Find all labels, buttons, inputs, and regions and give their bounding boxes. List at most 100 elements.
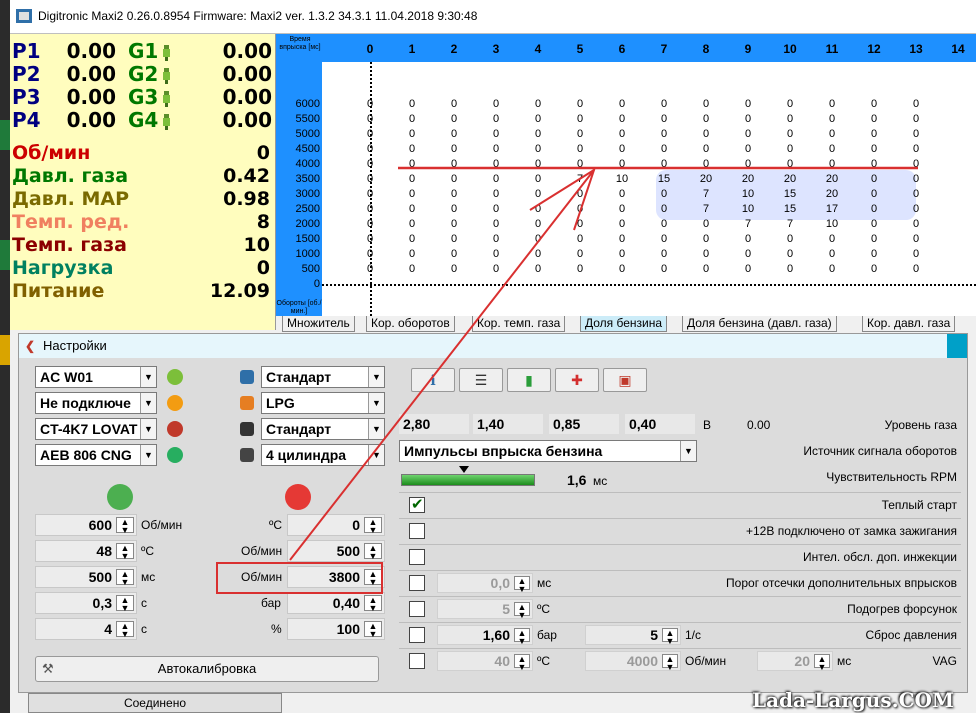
grid-cell[interactable]: 0	[649, 158, 679, 170]
device-select[interactable]: AEB 806 CNG ▼	[35, 444, 157, 466]
grid-cell[interactable]: 0	[817, 143, 847, 155]
option-value-field[interactable]: 40 ▲ ▼	[437, 651, 533, 672]
grid-cell[interactable]: 0	[607, 98, 637, 110]
grid-cell[interactable]: 0	[691, 98, 721, 110]
option-value-field[interactable]: 1,60 ▲ ▼	[437, 625, 533, 646]
grid-cell[interactable]: 0	[481, 143, 511, 155]
left-value-field[interactable]: 48 ▲ ▼	[35, 540, 137, 562]
grid-cell[interactable]: 0	[565, 143, 595, 155]
grid-cell[interactable]: 15	[649, 173, 679, 185]
grid-cell[interactable]: 0	[859, 218, 889, 230]
add-button[interactable]: ✚	[555, 368, 599, 392]
grid-cell[interactable]: 0	[397, 218, 427, 230]
grid-cell[interactable]: 20	[817, 188, 847, 200]
grid-cell[interactable]: 0	[859, 233, 889, 245]
grid-cell[interactable]: 0	[817, 263, 847, 275]
grid-cell[interactable]: 0	[775, 248, 805, 260]
grid-cell[interactable]: 0	[607, 203, 637, 215]
spin-arrows-icon[interactable]: ▲ ▼	[364, 595, 382, 613]
grid-cell[interactable]: 0	[775, 98, 805, 110]
grid-cell[interactable]: 0	[481, 173, 511, 185]
grid-cell[interactable]: 0	[859, 113, 889, 125]
mode-select[interactable]: LPG ▼	[261, 392, 385, 414]
right-value-field[interactable]: 500 ▲ ▼	[287, 540, 385, 562]
spin-arrows-icon[interactable]: ▲ ▼	[514, 654, 530, 672]
grid-cell[interactable]: 0	[733, 113, 763, 125]
grid-cell[interactable]: 0	[565, 98, 595, 110]
grid-cell[interactable]: 0	[481, 128, 511, 140]
grid-cell[interactable]: 0	[901, 173, 931, 185]
grid-cell[interactable]: 0	[691, 233, 721, 245]
injector-button[interactable]: ▮	[507, 368, 551, 392]
grid-cell[interactable]: 0	[901, 143, 931, 155]
grid-cell[interactable]: 0	[901, 203, 931, 215]
grid-cell[interactable]: 0	[523, 233, 553, 245]
grid-cell[interactable]: 0	[733, 143, 763, 155]
grid-cell[interactable]: 0	[859, 128, 889, 140]
grid-cell[interactable]: 0	[481, 233, 511, 245]
option-checkbox[interactable]	[409, 627, 425, 643]
grid-cell[interactable]: 0	[397, 263, 427, 275]
chevron-down-icon[interactable]: ▼	[140, 367, 156, 387]
chevron-down-icon[interactable]: ▼	[140, 393, 156, 413]
grid-cell[interactable]: 0	[481, 158, 511, 170]
grid-cell[interactable]: 10	[607, 173, 637, 185]
grid-cell[interactable]: 0	[439, 263, 469, 275]
grid-cell[interactable]: 0	[649, 188, 679, 200]
grid-cell[interactable]: 0	[523, 158, 553, 170]
gas-level-threshold[interactable]: 1,40	[473, 414, 543, 434]
spin-arrows-icon[interactable]: ▲ ▼	[116, 595, 134, 613]
grid-cell[interactable]: 0	[691, 113, 721, 125]
grid-cell[interactable]: 0	[523, 203, 553, 215]
grid-cell[interactable]: 0	[733, 248, 763, 260]
grid-cell[interactable]: 0	[901, 98, 931, 110]
grid-cell[interactable]: 0	[901, 188, 931, 200]
grid-cell[interactable]: 0	[523, 248, 553, 260]
grid-cell[interactable]: 0	[481, 98, 511, 110]
spin-arrows-icon[interactable]: ▲ ▼	[514, 602, 530, 620]
spin-arrows-icon[interactable]: ▲ ▼	[514, 576, 530, 594]
grid-cell[interactable]: 0	[607, 143, 637, 155]
left-value-field[interactable]: 4 ▲ ▼	[35, 618, 137, 640]
grid-cell[interactable]: 20	[775, 173, 805, 185]
grid-cell[interactable]: 0	[439, 173, 469, 185]
right-value-field[interactable]: 3800 ▲ ▼	[287, 566, 385, 588]
grid-cell[interactable]: 0	[523, 188, 553, 200]
grid-cell[interactable]: 7	[691, 203, 721, 215]
grid-cell[interactable]: 0	[565, 128, 595, 140]
option-checkbox[interactable]	[409, 523, 425, 539]
chevron-down-icon[interactable]: ▼	[140, 445, 156, 465]
grid-cell[interactable]: 0	[817, 248, 847, 260]
grid-cell[interactable]: 0	[691, 128, 721, 140]
spin-arrows-icon[interactable]: ▲ ▼	[116, 517, 134, 535]
gas-level-threshold[interactable]: 0,40	[625, 414, 695, 434]
mode-select[interactable]: Стандарт ▼	[261, 418, 385, 440]
grid-cell[interactable]: 0	[397, 98, 427, 110]
grid-cell[interactable]: 0	[649, 248, 679, 260]
grid-cell[interactable]: 0	[817, 113, 847, 125]
grid-cell[interactable]: 20	[733, 173, 763, 185]
chevron-down-icon[interactable]: ▼	[368, 419, 384, 439]
grid-cell[interactable]: 0	[439, 113, 469, 125]
grid-cell[interactable]: 0	[859, 173, 889, 185]
grid-cell[interactable]: 0	[733, 98, 763, 110]
grid-cell[interactable]: 10	[817, 218, 847, 230]
grid-cell[interactable]: 0	[397, 158, 427, 170]
grid-cell[interactable]: 0	[565, 158, 595, 170]
tab-item[interactable]: Доля бензина	[580, 316, 668, 332]
spin-arrows-icon[interactable]: ▲ ▼	[814, 654, 830, 672]
injection-grid[interactable]: Время впрыска [мс] Обороты [об./мин.] 01…	[276, 34, 976, 316]
grid-cell[interactable]: 0	[733, 233, 763, 245]
grid-cell[interactable]: 0	[397, 128, 427, 140]
grid-cell[interactable]: 0	[397, 203, 427, 215]
grid-cell[interactable]: 0	[607, 248, 637, 260]
grid-cell[interactable]: 0	[775, 233, 805, 245]
grid-cell[interactable]: 0	[439, 143, 469, 155]
grid-cell[interactable]: 0	[649, 143, 679, 155]
option-value-field[interactable]: 5 ▲ ▼	[437, 599, 533, 620]
grid-cell[interactable]: 0	[397, 143, 427, 155]
grid-cell[interactable]: 0	[565, 263, 595, 275]
right-value-field[interactable]: 100 ▲ ▼	[287, 618, 385, 640]
grid-cell[interactable]: 0	[901, 233, 931, 245]
grid-cell[interactable]: 0	[817, 158, 847, 170]
